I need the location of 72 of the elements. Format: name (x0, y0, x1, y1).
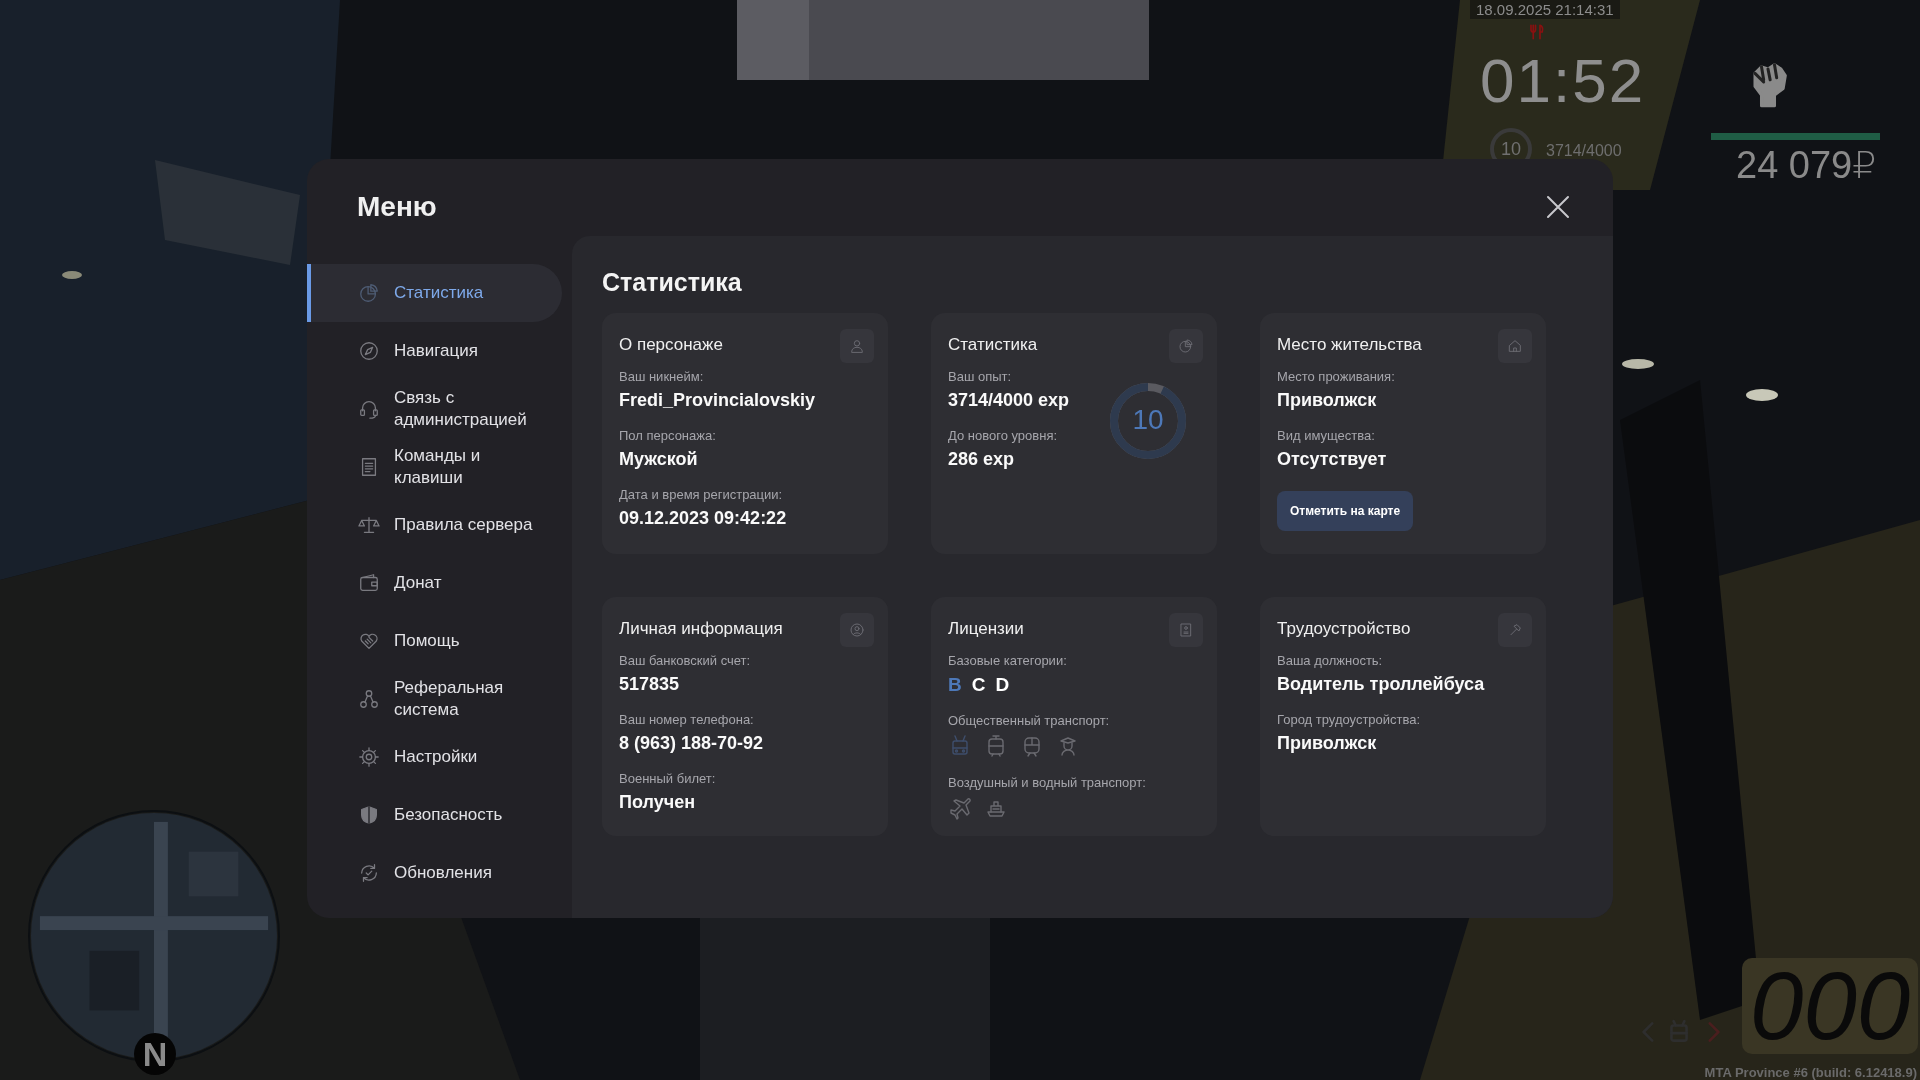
field-value: Приволжск (1277, 733, 1378, 754)
field-label: Базовые категории: (948, 653, 1068, 668)
sidebar-item[interactable]: Обновления (307, 844, 562, 902)
gear-icon (358, 746, 380, 768)
card-title: Личная информация (619, 618, 783, 639)
pie-chart-icon (1169, 329, 1203, 363)
field-label: Общественный транспорт: (948, 713, 1111, 728)
mark-on-map-button[interactable]: Отметить на карте (1277, 491, 1414, 531)
card-title: Трудоустройство (1277, 618, 1411, 639)
field-value: 286 exp (948, 449, 1016, 470)
license-category: B (948, 674, 962, 696)
pie-chart-icon (358, 282, 380, 304)
field-value: 3714/4000 exp (948, 390, 1070, 411)
license-category: D (995, 674, 1010, 696)
field-label: Дата и время регистрации: (619, 487, 784, 502)
field-label: Ваш номер телефона: (619, 712, 755, 727)
network-icon (358, 688, 380, 710)
field-label: Ваш банковский счет: (619, 653, 752, 668)
clock-text: 01:52 (1480, 50, 1646, 112)
field-value: Водитель троллейбуса (1277, 674, 1485, 695)
field-value: 517835 (619, 674, 681, 695)
field-label: Ваш никнейм: (619, 369, 705, 384)
experience-text: 3714/4000 (1546, 142, 1622, 160)
sidebar-item[interactable]: Помощь (307, 612, 562, 670)
user-icon (840, 329, 874, 363)
shield-icon (358, 804, 380, 826)
sidebar-item[interactable]: Связь с администрацией (307, 380, 562, 438)
house-icon (1498, 329, 1532, 363)
field-label: Город трудоустройства: (1277, 712, 1422, 727)
refresh-icon (358, 862, 380, 884)
sidebar-item[interactable]: Донат (307, 554, 562, 612)
card-title: Статистика (948, 334, 1038, 355)
field-label: Вид имущества: (1277, 428, 1376, 443)
window-title: Меню (357, 190, 437, 223)
sidebar-item[interactable]: Безопасность (307, 786, 562, 844)
date-time-text: 18.09.2025 21:14:31 (1470, 0, 1620, 19)
field-label: Место проживания: (1277, 369, 1396, 384)
sidebar-item[interactable]: Настройки (307, 728, 562, 786)
card-title: Лицензии (948, 618, 1024, 639)
card-title: О персонаже (619, 334, 723, 355)
field-value: Приволжск (1277, 390, 1378, 411)
money-text: 24 079₽ (1736, 143, 1877, 187)
field-value: Отсутствует (1277, 449, 1388, 470)
sidebar-item[interactable]: Статистика (307, 264, 562, 322)
level-number: 10 (1501, 138, 1521, 160)
field-label: Воздушный и водный транспорт: (948, 775, 1146, 790)
field-label: Военный билет: (619, 771, 717, 786)
sidebar-item[interactable]: Правила сервера (307, 496, 562, 554)
sidebar-item[interactable]: Реферальная система (307, 670, 562, 728)
field-label: Ваш опыт: (948, 369, 1013, 384)
wallet-icon (358, 572, 380, 594)
compass-icon (358, 340, 380, 362)
build-info-text: MTA Province #6 (build: 6.12418.9) (1704, 1065, 1917, 1080)
sidebar-item[interactable]: Навигация (307, 322, 562, 380)
scales-icon (358, 514, 380, 536)
field-value: Мужской (619, 449, 699, 470)
section-title: Статистика (602, 268, 743, 297)
field-label: Ваша должность: (1277, 653, 1384, 668)
level-number: 10 (1131, 405, 1165, 436)
card-title: Место жительства (1277, 334, 1422, 355)
field-label: Пол персонажа: (619, 428, 717, 443)
field-label: До нового уровня: (948, 428, 1059, 443)
field-value: 09.12.2023 09:42:22 (619, 508, 788, 529)
field-value: 8 (963) 188-70-92 (619, 733, 764, 754)
license-category: C (971, 674, 986, 696)
sidebar-item[interactable]: Команды и клавиши (307, 438, 562, 496)
headset-icon (358, 398, 380, 420)
hammer-icon (1498, 613, 1532, 647)
field-value: Получен (619, 792, 697, 813)
fork-knife-icon (1528, 22, 1546, 42)
id-card-icon (1169, 613, 1203, 647)
field-value: Fredi_Provincialovskiy (619, 390, 816, 411)
